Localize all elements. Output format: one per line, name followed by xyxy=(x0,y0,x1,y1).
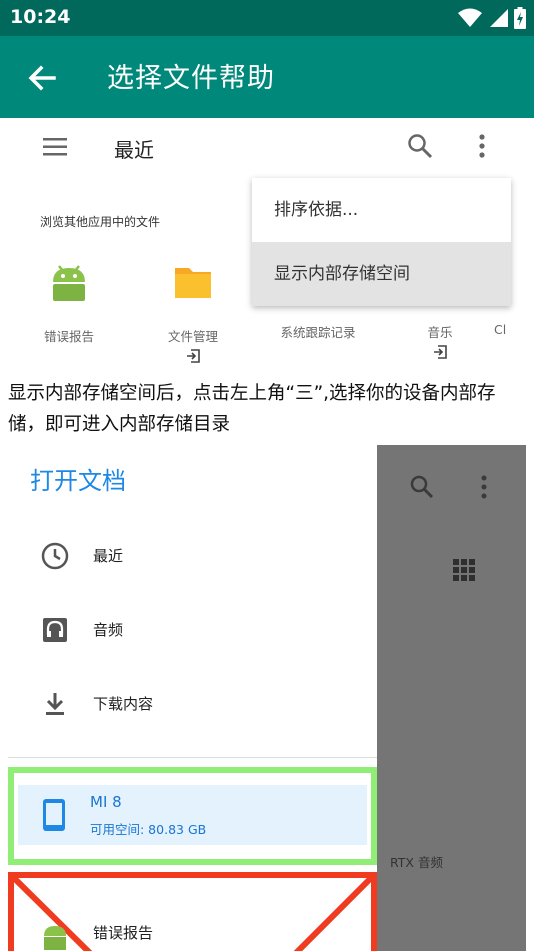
android-icon xyxy=(44,926,66,950)
browse-other-apps-label: 浏览其他应用中的文件 xyxy=(40,215,161,229)
battery-charging-icon xyxy=(514,7,526,29)
open-in-icon xyxy=(434,345,447,359)
grid-view-icon xyxy=(453,559,475,581)
more-vert-icon xyxy=(479,134,485,158)
drawer-item-internal-storage: MI 8 可用空间: 80.83 GB xyxy=(18,785,367,845)
help-caption: 显示内部存储空间后，点击左上角“三”,选择你的设备内部存储，即可进入内部存储目录 xyxy=(8,383,496,435)
help-screenshot-recent: 最近 浏览其他应用中的文件 错误报告 文件管理 系统跟踪记录 音乐 Cl 排序依… xyxy=(8,118,526,372)
drawer-item-label: 最近 xyxy=(93,547,124,565)
page-title: 选择文件帮助 xyxy=(107,63,275,94)
drawer-item-recent: 最近 xyxy=(8,531,377,581)
app-label: 系统跟踪记录 xyxy=(280,325,356,340)
status-bar: 10:24 xyxy=(0,0,534,36)
highlight-red-box: 错误报告 xyxy=(8,872,377,951)
app-label: 音乐 xyxy=(427,325,453,340)
clock-icon xyxy=(41,542,69,570)
phone-icon xyxy=(43,799,65,831)
android-icon xyxy=(53,265,85,301)
drawer-title: 打开文档 xyxy=(30,467,126,495)
download-icon xyxy=(46,693,64,715)
storage-free-space: 可用空间: 80.83 GB xyxy=(90,822,207,837)
hamburger-menu-icon xyxy=(43,138,67,156)
app-label: Cl xyxy=(494,322,507,337)
drawer-item-bug-report: 错误报告 xyxy=(93,924,154,942)
app-bug-report: 错误报告 xyxy=(24,258,114,345)
status-icons xyxy=(458,6,526,30)
wifi-icon xyxy=(458,8,482,27)
menu-item-sort-by: 排序依据... xyxy=(274,200,359,220)
recent-title: 最近 xyxy=(114,138,154,162)
overflow-menu: 排序依据... 显示内部存储空间 xyxy=(252,178,511,306)
highlight-green-box: MI 8 可用空间: 80.83 GB xyxy=(8,767,377,865)
app-label: 文件管理 xyxy=(167,329,218,344)
storage-name: MI 8 xyxy=(90,793,122,811)
drawer-divider xyxy=(8,757,377,758)
app-bar: 选择文件帮助 xyxy=(0,36,534,118)
app-file-manager: 文件管理 xyxy=(148,258,238,367)
status-time: 10:24 xyxy=(10,6,71,28)
open-in-icon xyxy=(187,349,200,363)
signal-icon xyxy=(490,9,508,27)
behind-list-label: RTX 音频 xyxy=(390,855,443,870)
drawer-item-downloads: 下载内容 xyxy=(8,679,377,729)
drawer-item-label: 音频 xyxy=(93,621,124,639)
app-label: 错误报告 xyxy=(43,329,94,344)
navigation-drawer: 打开文档 最近 音频 下载内容 MI 8 可用空间: 80.83 GB 错误报告 xyxy=(8,445,377,951)
help-screenshot-drawer: RTX 音频 打开文档 最近 音频 下载内容 MI 8 可用空间: 80.83 … xyxy=(8,445,526,951)
headphones-icon xyxy=(43,618,67,642)
more-vert-icon xyxy=(481,475,487,499)
back-arrow-icon[interactable] xyxy=(22,58,62,98)
menu-item-show-internal-storage: 显示内部存储空间 xyxy=(252,242,511,306)
search-icon xyxy=(408,134,433,159)
search-icon xyxy=(410,475,434,499)
drawer-item-audio: 音频 xyxy=(8,605,377,655)
folder-icon xyxy=(175,268,211,298)
dimmed-background xyxy=(377,445,526,951)
drawer-item-label: 下载内容 xyxy=(93,695,154,713)
